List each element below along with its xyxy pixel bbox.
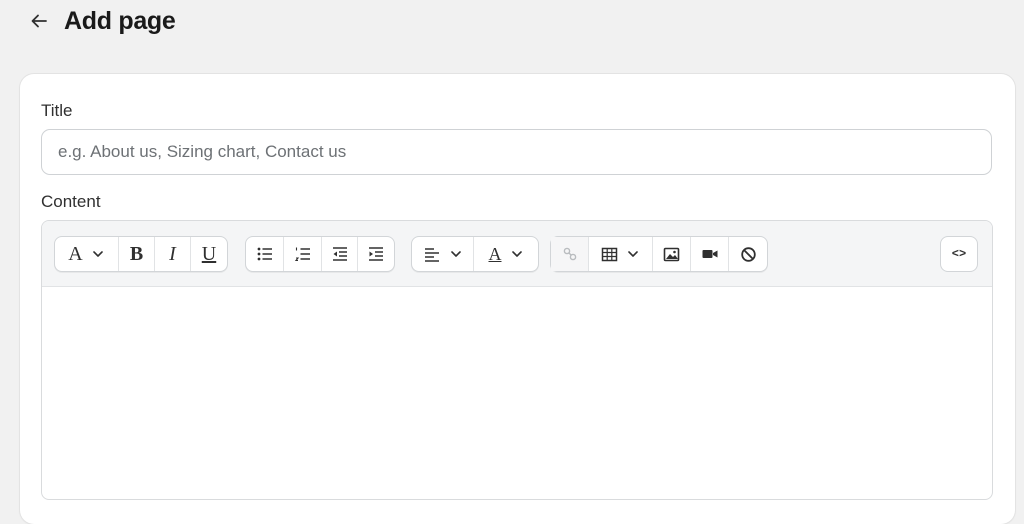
chevron-down-icon	[92, 251, 103, 257]
text-formatting-group: A B I U	[54, 236, 228, 272]
bold-button[interactable]: B	[119, 237, 155, 271]
bold-glyph: B	[129, 242, 144, 265]
clear-formatting-button[interactable]	[729, 237, 767, 271]
italic-glyph: I	[169, 242, 176, 265]
code-view-icon: <>	[951, 247, 967, 261]
list-indent-group	[245, 236, 395, 272]
title-label: Title	[41, 101, 73, 120]
chevron-down-icon	[511, 251, 522, 257]
alignment-color-group: A	[411, 236, 539, 272]
insert-image-button[interactable]	[653, 237, 691, 271]
insert-video-button[interactable]	[691, 237, 729, 271]
outdent-icon	[332, 247, 347, 261]
page-title: Add page	[64, 6, 176, 35]
insert-link-button[interactable]	[551, 237, 589, 271]
page-form-card: Title Content A B I U	[20, 74, 1015, 524]
back-button[interactable]	[28, 10, 50, 32]
editor-toolbar: A B I U A <>	[42, 221, 992, 287]
content-editor-area[interactable]	[42, 288, 992, 499]
text-color-dropdown[interactable]: A	[474, 237, 538, 271]
bullet-list-icon	[257, 247, 272, 261]
bulleted-list-button[interactable]	[246, 237, 284, 271]
link-icon	[563, 247, 576, 261]
text-style-glyph: A	[68, 242, 83, 265]
table-icon	[601, 247, 618, 261]
text-style-dropdown[interactable]: A	[55, 237, 119, 271]
italic-button[interactable]: I	[155, 237, 191, 271]
underline-button[interactable]: U	[191, 237, 227, 271]
insert-group	[550, 236, 768, 272]
insert-table-dropdown[interactable]	[589, 237, 653, 271]
content-label: Content	[41, 192, 101, 211]
clear-formatting-icon	[740, 246, 756, 262]
rich-text-editor: A B I U A <>	[41, 220, 993, 500]
align-left-icon	[424, 248, 439, 262]
indent-icon	[369, 247, 383, 261]
chevron-down-icon	[450, 251, 461, 257]
title-input[interactable]	[41, 129, 992, 175]
underline-glyph: U	[201, 242, 217, 265]
chevron-down-icon	[628, 251, 638, 257]
page-header: Add page	[28, 0, 176, 42]
image-icon	[663, 247, 680, 261]
numbered-list-icon	[294, 247, 310, 262]
text-color-glyph: A	[488, 243, 502, 264]
alignment-dropdown[interactable]	[412, 237, 474, 271]
outdent-button[interactable]	[322, 237, 358, 271]
arrow-left-icon	[31, 14, 47, 28]
video-icon	[702, 250, 717, 258]
show-html-button[interactable]: <>	[940, 236, 978, 272]
numbered-list-button[interactable]	[284, 237, 322, 271]
indent-button[interactable]	[358, 237, 394, 271]
